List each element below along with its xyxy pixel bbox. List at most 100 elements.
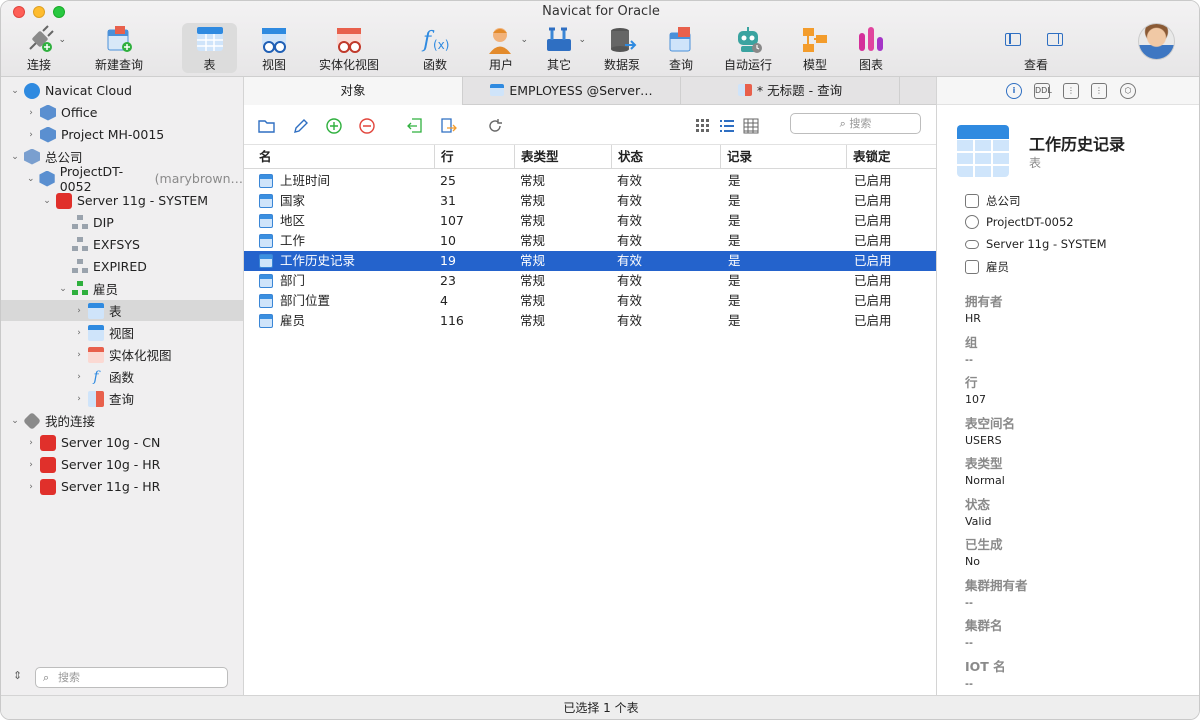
table-row[interactable]: 工作 10 常规 有效 是 已启用 bbox=[244, 231, 936, 251]
toolbar-model-button[interactable]: 模型 bbox=[795, 23, 835, 73]
add-icon[interactable] bbox=[325, 117, 343, 135]
property-value: No bbox=[965, 555, 980, 568]
chevron-right-icon[interactable]: › bbox=[73, 350, 85, 360]
table-row[interactable]: 雇员 116 常规 有效 是 已启用 bbox=[244, 311, 936, 331]
chevron-right-icon[interactable]: › bbox=[25, 482, 37, 492]
sidebar-item-18[interactable]: › Server 11g - HR bbox=[1, 476, 243, 497]
chevron-right-icon[interactable]: › bbox=[73, 372, 85, 382]
toolbar-chart-button[interactable]: 图表 bbox=[851, 23, 891, 73]
open-folder-icon[interactable] bbox=[258, 117, 276, 135]
column-header-table-lock[interactable]: 表锁定 bbox=[846, 145, 936, 169]
info-icon[interactable]: i bbox=[1006, 83, 1022, 99]
chevron-down-icon[interactable]: ⌄ bbox=[9, 416, 21, 426]
detail-view-icon[interactable] bbox=[742, 117, 760, 135]
relation-icon[interactable]: ⋮ bbox=[1091, 83, 1107, 99]
delete-icon[interactable] bbox=[358, 117, 376, 135]
chevron-down-icon[interactable]: ⌄ bbox=[25, 174, 36, 184]
chevron-right-icon[interactable]: › bbox=[25, 130, 37, 140]
chevron-right-icon[interactable]: › bbox=[25, 438, 37, 448]
column-header-rows[interactable]: 行 bbox=[434, 145, 514, 169]
column-header-status[interactable]: 状态 bbox=[611, 145, 720, 169]
chevron-right-icon[interactable]: › bbox=[25, 460, 37, 470]
sidebar-item-6[interactable]: DIP bbox=[1, 212, 243, 233]
sidebar-item-1[interactable]: › Office bbox=[1, 102, 243, 123]
sidebar-item-17[interactable]: › Server 10g - HR bbox=[1, 454, 243, 475]
toolbar-other-button[interactable]: ⌄ 其它 bbox=[539, 23, 586, 73]
sidebar-item-14[interactable]: › 查询 bbox=[1, 388, 243, 409]
table-row[interactable]: 工作历史记录 19 常规 有效 是 已启用 bbox=[244, 251, 936, 271]
sidebar-item-8[interactable]: EXPIRED bbox=[1, 256, 243, 277]
toolbar-automation-button[interactable]: 自动运行 bbox=[721, 23, 775, 73]
toolbar-data-pump-button[interactable]: 数据泵 bbox=[601, 23, 643, 73]
tab-untitled-query[interactable]: * 无标题 - 查询 bbox=[681, 77, 900, 105]
grid-view-icon[interactable] bbox=[694, 117, 712, 135]
cell-lock: 已启用 bbox=[854, 173, 892, 188]
ddl-icon[interactable]: DDL bbox=[1034, 83, 1052, 99]
sidebar-item-13[interactable]: › f 函数 bbox=[1, 366, 243, 387]
tab-employess[interactable]: EMPLOYESS @Server… bbox=[463, 77, 681, 105]
refresh-icon[interactable] bbox=[486, 117, 504, 135]
main-panel: 对象 EMPLOYESS @Server… * 无标题 - 查询 ⌕ 搜索 名 … bbox=[244, 77, 936, 695]
toolbar-user-button[interactable]: ⌄ 用户 bbox=[481, 23, 528, 73]
table-row[interactable]: 部门 23 常规 有效 是 已启用 bbox=[244, 271, 936, 291]
column-header-name[interactable]: 名 bbox=[244, 145, 434, 169]
model-icon bbox=[800, 25, 830, 55]
schema-active-icon bbox=[72, 280, 88, 297]
chevron-right-icon[interactable]: › bbox=[25, 108, 37, 118]
sidebar-item-11[interactable]: › 视图 bbox=[1, 322, 243, 343]
list-view-icon[interactable] bbox=[718, 117, 736, 135]
cell-name: 部门位置 bbox=[280, 293, 331, 308]
toolbar-view-button[interactable]: 视图 bbox=[254, 23, 294, 73]
sidebar-item-0[interactable]: ⌄ Navicat Cloud bbox=[1, 80, 243, 101]
sidebar-item-label: 实体化视图 bbox=[109, 348, 172, 363]
toolbar-connect-button[interactable]: ⌄ 连接 bbox=[19, 23, 66, 73]
sidebar-item-12[interactable]: › 实体化视图 bbox=[1, 344, 243, 365]
table-icon bbox=[88, 302, 104, 319]
chevron-right-icon[interactable]: › bbox=[73, 306, 85, 316]
column-header-table-type[interactable]: 表类型 bbox=[514, 145, 611, 169]
user-avatar[interactable] bbox=[1138, 23, 1175, 60]
cell-logging: 是 bbox=[728, 253, 741, 268]
column-header-logging[interactable]: 记录 bbox=[720, 145, 846, 169]
toolbar-query-button[interactable]: 查询 bbox=[661, 23, 701, 73]
window-title: Navicat for Oracle bbox=[542, 4, 660, 19]
toggle-sidebar-icon[interactable] bbox=[1005, 33, 1021, 46]
tab-objects[interactable]: 对象 bbox=[244, 77, 463, 105]
sidebar-item-2[interactable]: › Project MH-0015 bbox=[1, 124, 243, 145]
import-icon[interactable] bbox=[406, 117, 424, 135]
chevron-right-icon[interactable]: › bbox=[73, 394, 85, 404]
settings-hex-icon[interactable]: ⬡ bbox=[1120, 83, 1136, 99]
dependency-icon[interactable]: ⋮ bbox=[1063, 83, 1079, 99]
toolbar-new-query-button[interactable]: 新建查询 bbox=[91, 23, 147, 73]
sidebar-item-5[interactable]: ⌄ Server 11g - SYSTEM bbox=[1, 190, 243, 211]
object-search-input[interactable]: ⌕ 搜索 bbox=[790, 113, 921, 134]
table-icon bbox=[259, 214, 273, 228]
chevron-down-icon[interactable]: ⌄ bbox=[9, 86, 21, 96]
chevron-down-icon[interactable]: ⌄ bbox=[9, 152, 21, 162]
sort-toggle-icon[interactable]: ⇕ bbox=[13, 669, 22, 682]
table-row[interactable]: 地区 107 常规 有效 是 已启用 bbox=[244, 211, 936, 231]
table-row[interactable]: 国家 31 常规 有效 是 已启用 bbox=[244, 191, 936, 211]
sidebar-item-9[interactable]: ⌄ 雇员 bbox=[1, 278, 243, 299]
chevron-right-icon[interactable]: › bbox=[73, 328, 85, 338]
table-row[interactable]: 部门位置 4 常规 有效 是 已启用 bbox=[244, 291, 936, 311]
sidebar-item-15[interactable]: ⌄ 我的连接 bbox=[1, 410, 243, 431]
object-type: 表 bbox=[1029, 156, 1042, 170]
chevron-down-icon[interactable]: ⌄ bbox=[41, 196, 53, 206]
edit-pencil-icon[interactable] bbox=[292, 117, 310, 135]
sidebar-item-7[interactable]: EXFSYS bbox=[1, 234, 243, 255]
schema-icon bbox=[72, 214, 88, 231]
sidebar-item-4[interactable]: ⌄ ProjectDT-0052 (marybrown… bbox=[1, 164, 243, 194]
toolbar-materialized-view-button[interactable]: 实体化视图 bbox=[316, 23, 382, 73]
sidebar-item-16[interactable]: › Server 10g - CN bbox=[1, 432, 243, 453]
export-icon[interactable] bbox=[439, 117, 457, 135]
oracle-server-icon bbox=[965, 239, 979, 249]
sidebar-search-input[interactable]: ⌕ 搜索 bbox=[35, 667, 228, 688]
toggle-info-panel-icon[interactable] bbox=[1047, 33, 1063, 46]
sidebar-item-10[interactable]: › 表 bbox=[1, 300, 243, 321]
sidebar-item-label: ProjectDT-0052 bbox=[59, 163, 124, 194]
chevron-down-icon[interactable]: ⌄ bbox=[57, 284, 69, 294]
toolbar-function-button[interactable]: f (x) 函数 bbox=[415, 23, 455, 73]
table-row[interactable]: 上班时间 25 常规 有效 是 已启用 bbox=[244, 171, 936, 191]
toolbar-table-button[interactable]: 表 bbox=[182, 23, 237, 73]
